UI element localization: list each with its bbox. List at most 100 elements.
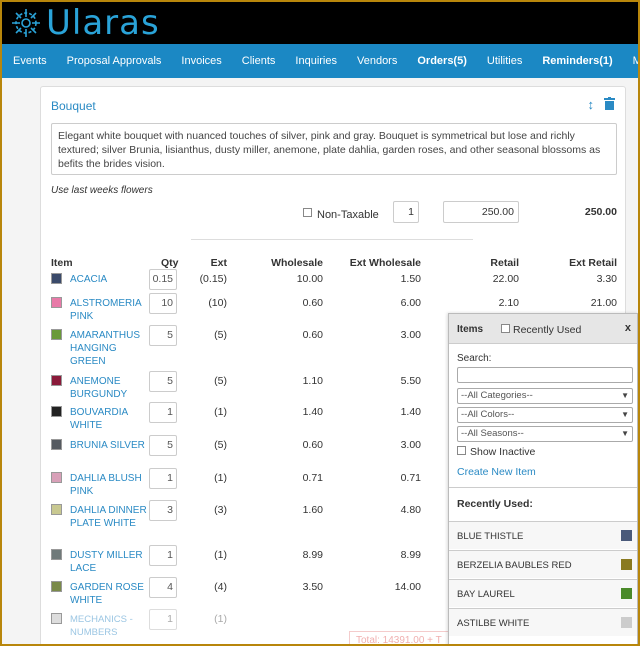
flower-thumbnail-icon	[51, 549, 62, 560]
search-input[interactable]	[457, 367, 633, 383]
recent-item[interactable]: BAY LAUREL	[449, 579, 637, 607]
item-name-link[interactable]: Mechanics - Numbers	[70, 613, 150, 639]
recent-item[interactable]: ASTILBE WHITE	[449, 608, 637, 636]
nav-item[interactable]: Mail	[622, 55, 638, 67]
flower-thumbnail-icon	[51, 504, 62, 515]
item-qty-input[interactable]: 5	[149, 435, 177, 456]
categories-select[interactable]: --All Categories-- ▼	[457, 388, 633, 404]
show-inactive-checkbox[interactable]	[457, 446, 466, 455]
row-ext-wholesale: 3.00	[400, 329, 421, 341]
item-qty-input[interactable]: 0.15	[149, 269, 177, 290]
item-name-link[interactable]: GARDEN ROSE WHITE	[70, 581, 150, 607]
row-ext: (10)	[208, 297, 227, 309]
bouquet-price-input[interactable]: 250.00	[443, 201, 519, 223]
item-qty-input[interactable]: 10	[149, 293, 177, 314]
item-name-link[interactable]: ACACIA	[70, 273, 150, 286]
row-ext: (4)	[214, 581, 227, 593]
flower-thumbnail-icon	[621, 559, 632, 570]
item-name-link[interactable]: ANEMONE BURGUNDY	[70, 375, 150, 401]
item-name-link[interactable]: BOUVARDIA WHITE	[70, 406, 150, 432]
recent-item[interactable]: BLUE THISTLE	[449, 521, 637, 549]
search-label: Search:	[457, 353, 492, 364]
item-name-link[interactable]: BRUNIA SILVER	[70, 439, 150, 452]
flower-thumbnail-icon	[51, 273, 62, 284]
colors-select[interactable]: --All Colors-- ▼	[457, 407, 633, 423]
item-qty-input[interactable]: 3	[149, 500, 177, 521]
header-ext-retail: Ext Retail	[569, 257, 617, 269]
recently-used-heading: Recently Used:	[457, 498, 533, 510]
nav-item[interactable]: Proposal Approvals	[56, 55, 171, 67]
recent-item[interactable]: BERZELIA BAUBLES RED	[449, 550, 637, 578]
pricing-row: Non-Taxable 1 250.00 250.00	[41, 201, 627, 223]
nav-item[interactable]: Clients	[231, 55, 285, 67]
row-ext: (1)	[214, 613, 227, 625]
item-qty-input[interactable]: 1	[149, 402, 177, 423]
row-wholesale: 0.71	[302, 472, 323, 484]
reorder-arrows-icon[interactable]: ↕	[588, 97, 595, 112]
item-qty-input[interactable]: 1	[149, 609, 177, 630]
order-total: Total: 14391.00 + T	[349, 631, 449, 644]
description-textarea[interactable]: Elegant white bouquet with nuanced touch…	[51, 123, 617, 175]
trash-icon[interactable]	[604, 97, 615, 110]
row-ext-wholesale: 3.00	[400, 439, 421, 451]
row-wholesale: 0.60	[302, 439, 323, 451]
row-ext-retail: 3.30	[596, 273, 617, 285]
row-wholesale: 10.00	[296, 273, 323, 285]
row-wholesale: 8.99	[302, 549, 323, 561]
row-wholesale: 1.10	[302, 375, 323, 387]
recent-item-name: BLUE THISTLE	[457, 531, 524, 542]
nav-item[interactable]: Events	[2, 55, 56, 67]
flower-thumbnail-icon	[51, 329, 62, 340]
chevron-down-icon: ▼	[621, 410, 629, 419]
row-ext-wholesale: 1.50	[400, 273, 421, 285]
recently-used-checkbox[interactable]	[501, 324, 510, 333]
nav-item[interactable]: Utilities	[476, 55, 531, 67]
row-ext-wholesale: 8.99	[400, 549, 421, 561]
item-qty-input[interactable]: 5	[149, 371, 177, 392]
table-header: Item Qty Ext Wholesale Ext Wholesale Ret…	[41, 257, 627, 271]
row-ext-wholesale: 0.71	[400, 472, 421, 484]
item-name-link[interactable]: DAHLIA BLUSH PINK	[70, 472, 150, 498]
non-taxable-checkbox[interactable]	[303, 208, 312, 217]
main-nav: Events Proposal Approvals Invoices Clients I…	[2, 44, 638, 78]
bouquet-total: 250.00	[584, 206, 617, 218]
item-name-link[interactable]: DAHLIA DINNER PLATE WHITE	[70, 504, 150, 530]
flower-thumbnail-icon	[51, 297, 62, 308]
item-qty-input[interactable]: 4	[149, 577, 177, 598]
seasons-value: --All Seasons--	[461, 428, 524, 439]
flower-thumbnail-icon	[51, 406, 62, 417]
flower-thumbnail-icon	[51, 472, 62, 483]
chevron-down-icon: ▼	[621, 391, 629, 400]
nav-item[interactable]: Inquiries	[284, 55, 346, 67]
nav-item[interactable]: Orders(5)	[406, 55, 476, 67]
item-name-link[interactable]: AMARANTHUS HANGING GREEN	[70, 329, 150, 368]
item-qty-input[interactable]: 1	[149, 468, 177, 489]
header-retail: Retail	[490, 257, 519, 269]
recently-used-label: Recently Used	[513, 324, 582, 336]
close-icon[interactable]: x	[625, 322, 631, 334]
row-ext-wholesale: 4.80	[400, 504, 421, 516]
create-new-item-link[interactable]: Create New Item	[457, 466, 536, 478]
row-ext: (5)	[214, 439, 227, 451]
header-wholesale: Wholesale	[271, 257, 323, 269]
app-window: Ularas Events Proposal Approvals Invoices C…	[2, 2, 638, 644]
row-ext: (3)	[214, 504, 227, 516]
item-name-link[interactable]: ALSTROMERIA PINK	[70, 297, 150, 323]
bouquet-quantity-input[interactable]: 1	[393, 201, 419, 223]
flower-thumbnail-icon	[51, 439, 62, 450]
nav-item[interactable]: Invoices	[170, 55, 230, 67]
row-wholesale: 3.50	[302, 581, 323, 593]
item-qty-input[interactable]: 1	[149, 545, 177, 566]
divider	[191, 239, 473, 240]
nav-item[interactable]: Vendors	[346, 55, 406, 67]
recent-item-name: BAY LAUREL	[457, 589, 515, 600]
item-name-link[interactable]: DUSTY MILLER LACE	[70, 549, 150, 575]
item-qty-input[interactable]: 5	[149, 325, 177, 346]
flower-thumbnail-icon	[51, 581, 62, 592]
nav-item[interactable]: Reminders(1)	[531, 55, 621, 67]
flower-thumbnail-icon	[621, 617, 632, 628]
seasons-select[interactable]: --All Seasons-- ▼	[457, 426, 633, 442]
flower-thumbnail-icon	[621, 588, 632, 599]
row-retail: 22.00	[492, 273, 519, 285]
row-wholesale: 0.60	[302, 329, 323, 341]
